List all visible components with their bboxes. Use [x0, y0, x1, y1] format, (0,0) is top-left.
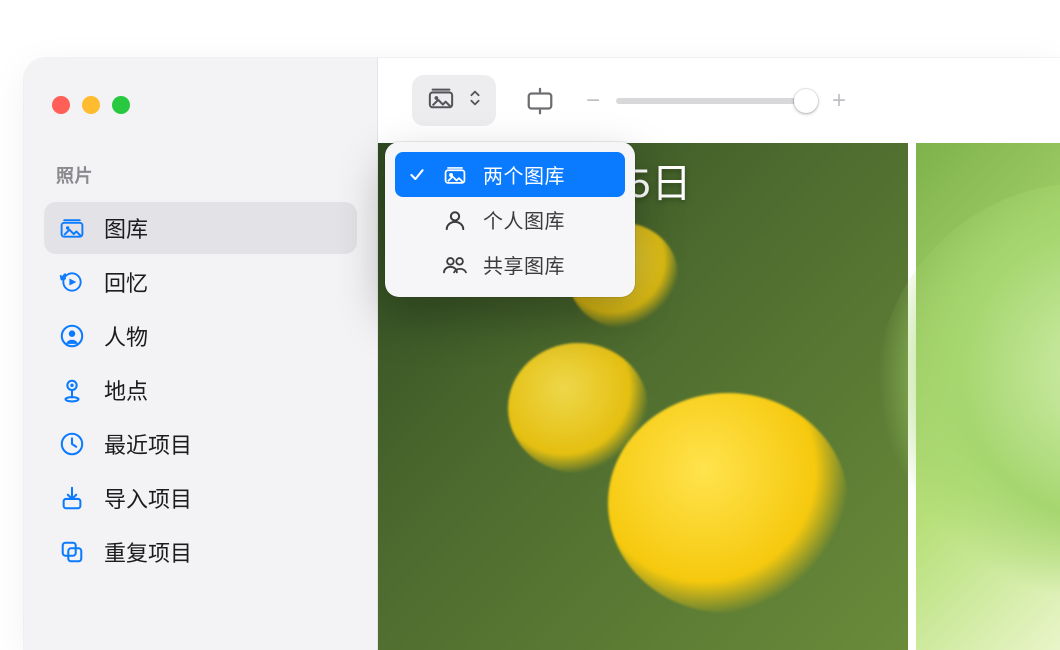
- photo-stack-icon: [426, 85, 456, 116]
- sidebar-item-label: 重复项目: [104, 536, 192, 568]
- photo-stack-icon: [58, 214, 86, 242]
- sidebar-item-people[interactable]: 人物: [44, 310, 357, 362]
- sidebar-item-label: 人物: [104, 320, 148, 352]
- person-icon: [441, 209, 469, 231]
- window-controls: [52, 96, 357, 114]
- zoom-plus-label: +: [830, 87, 848, 115]
- duplicates-icon: [58, 538, 86, 566]
- sidebar-item-imports[interactable]: 导入项目: [44, 472, 357, 524]
- scope-option-label: 两个图库: [483, 160, 565, 189]
- sidebar-item-places[interactable]: 地点: [44, 364, 357, 416]
- photo-stack-icon: [441, 164, 469, 186]
- close-window-button[interactable]: [52, 96, 70, 114]
- sidebar-item-duplicates[interactable]: 重复项目: [44, 526, 357, 578]
- scope-option-shared-library[interactable]: 共享图库: [395, 242, 625, 287]
- sidebar-item-label: 回忆: [104, 266, 148, 298]
- library-scope-button[interactable]: [412, 75, 496, 126]
- sidebar-item-label: 地点: [104, 374, 148, 406]
- zoom-slider-thumb[interactable]: [794, 89, 818, 113]
- zoom-slider-track[interactable]: [616, 98, 816, 104]
- sidebar-section-label: 照片: [56, 162, 357, 188]
- scope-option-personal-library[interactable]: 个人图库: [395, 197, 625, 242]
- recents-icon: [58, 430, 86, 458]
- sidebar-item-label: 图库: [104, 212, 148, 244]
- sidebar-item-recents[interactable]: 最近项目: [44, 418, 357, 470]
- sidebar: 照片 图库 回忆 人物 地点 最近项目: [24, 58, 378, 650]
- sidebar-item-label: 导入项目: [104, 482, 192, 514]
- people-group-icon: [441, 254, 469, 276]
- zoom-slider: − +: [584, 87, 848, 115]
- zoom-minus-label: −: [584, 87, 602, 115]
- sidebar-list: 图库 回忆 人物 地点 最近项目 导入项目: [44, 202, 357, 578]
- places-icon: [58, 376, 86, 404]
- memories-icon: [58, 268, 86, 296]
- minimize-window-button[interactable]: [82, 96, 100, 114]
- scope-option-label: 个人图库: [483, 205, 565, 234]
- toolbar: − +: [378, 58, 1060, 143]
- people-icon: [58, 322, 86, 350]
- zoom-window-button[interactable]: [112, 96, 130, 114]
- checkmark-icon: [407, 167, 427, 183]
- scope-option-label: 共享图库: [483, 250, 565, 279]
- scope-option-both-libraries[interactable]: 两个图库: [395, 152, 625, 197]
- aspect-toggle-button[interactable]: [524, 86, 556, 116]
- imports-icon: [58, 484, 86, 512]
- photo-thumbnail[interactable]: [916, 143, 1060, 650]
- library-scope-popover: 两个图库 个人图库 共享图库: [385, 142, 635, 297]
- sidebar-item-label: 最近项目: [104, 428, 192, 460]
- chevron-up-down-icon: [468, 88, 482, 113]
- sidebar-item-library[interactable]: 图库: [44, 202, 357, 254]
- sidebar-item-memories[interactable]: 回忆: [44, 256, 357, 308]
